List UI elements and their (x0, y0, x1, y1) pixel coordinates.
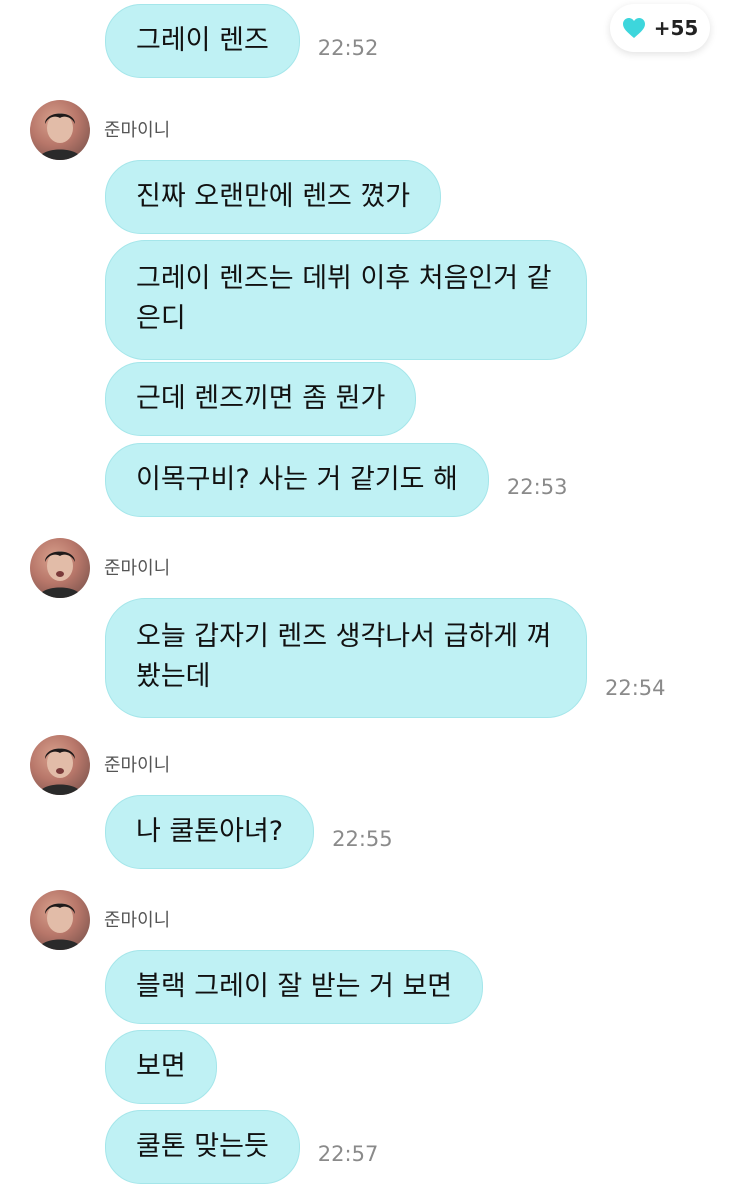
sender-header: 준마이니 (30, 538, 430, 598)
message-time: 22:55 (332, 827, 393, 851)
message-bubble[interactable]: 쿨톤 맞는듯 (105, 1110, 300, 1184)
message-time: 22:53 (506, 475, 568, 499)
avatar[interactable] (30, 890, 90, 950)
message-bubble[interactable]: 그레이 렌즈는 데뷔 이후 처음인거 같은디 (105, 240, 587, 360)
message-time: 22:54 (605, 676, 666, 700)
message-bubble[interactable]: 근데 렌즈끼면 좀 뭔가 (105, 362, 417, 436)
message-row: 쿨톤 맞는듯 22:57 (105, 1110, 378, 1184)
message-bubble[interactable]: 그레이 렌즈 (105, 4, 300, 78)
sender-header: 준마이니 (30, 890, 430, 950)
sender-header: 준마이니 (30, 735, 430, 795)
message-bubble[interactable]: 블랙 그레이 잘 받는 거 보면 (105, 950, 484, 1024)
message-row: 나 쿨톤아녀? 22:55 (105, 795, 393, 869)
avatar-icon (38, 551, 82, 598)
avatar-icon (38, 113, 82, 160)
sender-name: 준마이니 (104, 910, 171, 931)
message-bubble[interactable]: 보면 (105, 1030, 217, 1104)
sender-name: 준마이니 (104, 558, 171, 579)
message-bubble[interactable]: 나 쿨톤아녀? (105, 795, 315, 869)
message-row: 진짜 오랜만에 렌즈 꼈가 (105, 160, 442, 234)
message-time: 22:52 (317, 36, 379, 60)
chat-log: 그레이 렌즈 22:52 +55 준마이니 진짜 오랜만에 렌즈 꼈가 그레이 … (0, 0, 730, 1200)
message-row: 블랙 그레이 잘 받는 거 보면 (105, 950, 484, 1024)
heart-icon (622, 18, 645, 38)
message-bubble[interactable]: 이목구비? 사는 거 같기도 해 (105, 443, 489, 517)
message-row: 근데 렌즈끼면 좀 뭔가 (105, 362, 417, 436)
sender-header: 준마이니 (30, 100, 430, 160)
avatar[interactable] (30, 100, 90, 160)
message-bubble[interactable]: 진짜 오랜만에 렌즈 꼈가 (105, 160, 442, 234)
sender-name: 준마이니 (104, 120, 171, 141)
reaction-badge[interactable]: +55 (610, 4, 710, 52)
message-row: 보면 (105, 1030, 217, 1104)
sender-name: 준마이니 (104, 755, 171, 776)
message-time: 22:57 (317, 1142, 379, 1166)
message-row: 그레이 렌즈 22:52 (105, 4, 378, 78)
avatar[interactable] (30, 735, 90, 795)
avatar-icon (38, 748, 82, 795)
message-row: 그레이 렌즈는 데뷔 이후 처음인거 같은디 (105, 240, 587, 360)
message-row: 이목구비? 사는 거 같기도 해 22:53 (105, 443, 567, 517)
message-bubble[interactable]: 오늘 갑자기 렌즈 생각나서 급하게 껴봤는데 (105, 598, 587, 718)
reaction-count: +55 (653, 16, 699, 40)
message-row: 오늘 갑자기 렌즈 생각나서 급하게 껴봤는데 22:54 (105, 598, 666, 718)
avatar[interactable] (30, 538, 90, 598)
avatar-icon (38, 903, 82, 950)
